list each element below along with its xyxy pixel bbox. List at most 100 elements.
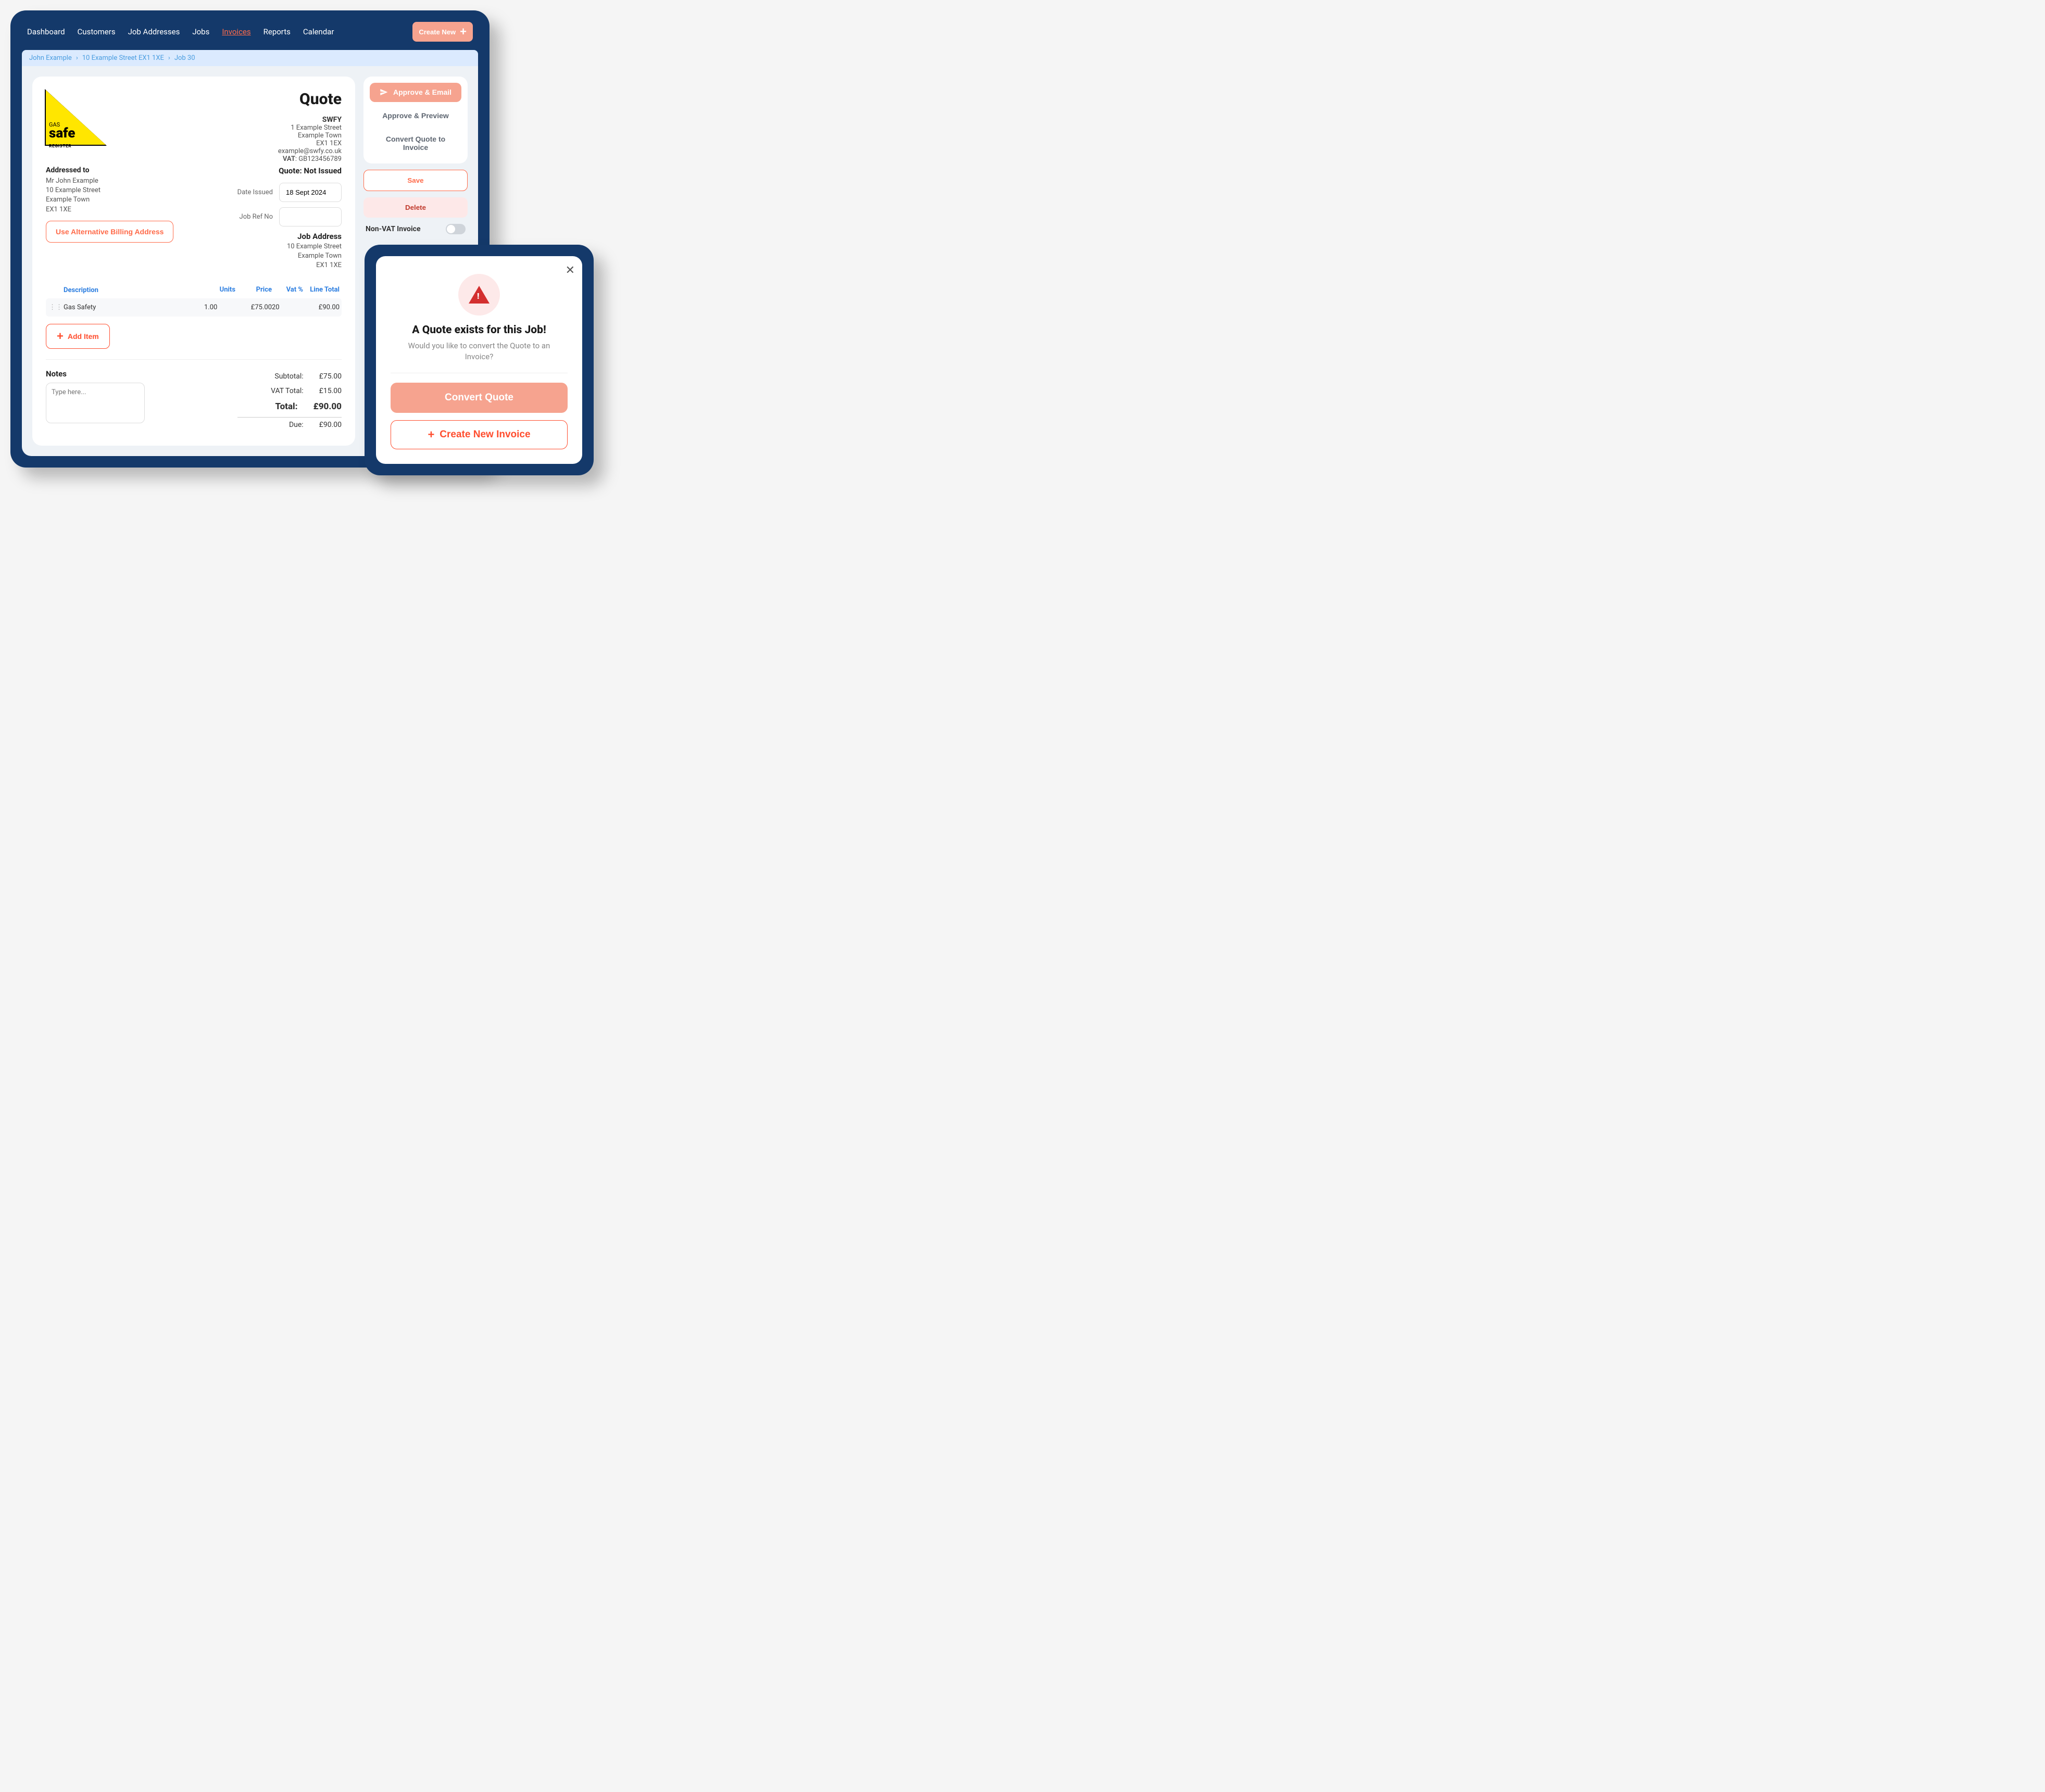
cell-description: Gas Safety [64, 304, 204, 311]
date-issued-input[interactable] [279, 183, 342, 202]
close-icon[interactable]: ✕ [566, 263, 575, 277]
breadcrumb-separator: › [76, 54, 78, 62]
table-row[interactable]: ⋮⋮ Gas Safety 1.00 £75.00 20 £90.00 [46, 298, 342, 317]
company-line1: 1 Example Street [278, 124, 342, 132]
bottom-row: Notes Subtotal: £75.00 VAT Total: £15.00… [46, 359, 342, 432]
breadcrumb-separator: › [168, 54, 170, 62]
plus-icon: + [428, 429, 434, 440]
job-address-heading: Job Address [237, 232, 342, 241]
total-label: Total: [237, 401, 298, 412]
company-vat: VAT: GB123456789 [278, 155, 342, 163]
alt-billing-button[interactable]: Use Alternative Billing Address [46, 221, 173, 243]
job-address-line2: Example Town [237, 251, 342, 261]
nav-reports[interactable]: Reports [264, 27, 291, 36]
job-address-line1: 10 Example Street [237, 242, 342, 251]
actions-sidebar: Approve & Email Approve & Preview Conver… [363, 77, 468, 234]
logo-safe: safe [49, 127, 75, 140]
quote-status: Quote: Not Issued [237, 166, 342, 175]
job-address-block: Job Address 10 Example Street Example To… [237, 232, 342, 271]
create-new-label: Create New [419, 28, 456, 36]
nav-job-addresses[interactable]: Job Addresses [128, 27, 180, 36]
drag-handle-icon[interactable]: ⋮⋮ [48, 304, 64, 311]
quote-card: GAS safe REGISTER Quote SWFY 1 Example S… [32, 77, 355, 446]
create-new-invoice-label: Create New Invoice [440, 429, 530, 440]
line-items-table: Description Units Price Vat % Line Total… [46, 282, 342, 317]
quote-header: GAS safe REGISTER Quote SWFY 1 Example S… [46, 90, 342, 163]
plus-icon: + [460, 26, 467, 37]
page-title: Quote [278, 90, 342, 108]
job-ref-input[interactable] [279, 207, 342, 226]
modal-title: A Quote exists for this Job! [391, 324, 568, 336]
job-address-postcode: EX1 1XE [237, 261, 342, 270]
nav-calendar[interactable]: Calendar [303, 27, 334, 36]
due-value: £90.00 [319, 421, 342, 429]
addressed-line2: Example Town [46, 195, 173, 205]
breadcrumb: John Example › 10 Example Street EX1 1XE… [22, 50, 478, 66]
breadcrumb-job[interactable]: Job 30 [174, 54, 195, 62]
subtotal-value: £75.00 [319, 372, 342, 381]
notes-block: Notes [46, 369, 145, 432]
cell-line-total: £90.00 [303, 304, 340, 311]
add-item-button[interactable]: + Add Item [46, 324, 110, 349]
vat-label: VAT [283, 155, 295, 163]
col-description: Description [64, 286, 204, 294]
convert-quote-modal-button[interactable]: Convert Quote [391, 383, 568, 413]
table-header: Description Units Price Vat % Line Total [46, 282, 342, 298]
company-logo: GAS safe REGISTER [46, 90, 114, 158]
breadcrumb-customer[interactable]: John Example [29, 54, 72, 62]
nonvat-toggle[interactable] [446, 224, 466, 234]
nav-links: Dashboard Customers Job Addresses Jobs I… [27, 27, 334, 36]
vat-value: : GB123456789 [295, 155, 342, 163]
cell-units: 1.00 [204, 304, 235, 311]
nav-invoices[interactable]: Invoices [222, 27, 250, 36]
warning-icon [458, 274, 500, 316]
addressed-to-heading: Addressed to [46, 166, 173, 174]
notes-textarea[interactable] [46, 383, 145, 423]
date-issued-label: Date Issued [237, 188, 273, 196]
create-new-invoice-button[interactable]: + Create New Invoice [391, 420, 568, 449]
delete-button[interactable]: Delete [363, 197, 468, 218]
modal-window: ✕ A Quote exists for this Job! Would you… [365, 245, 594, 475]
create-new-button[interactable]: Create New + [412, 22, 473, 42]
total-value: £90.00 [313, 401, 342, 412]
col-price: Price [235, 286, 272, 294]
vat-total-label: VAT Total: [237, 387, 304, 395]
vat-total-value: £15.00 [319, 387, 342, 395]
addressed-postcode: EX1 1XE [46, 205, 173, 214]
cell-vat: 20 [272, 304, 303, 311]
nonvat-label: Non-VAT Invoice [366, 225, 421, 233]
col-line-total: Line Total [303, 286, 340, 294]
approve-email-button[interactable]: Approve & Email [370, 83, 461, 102]
nav-customers[interactable]: Customers [78, 27, 116, 36]
modal-subtitle: Would you like to convert the Quote to a… [391, 340, 568, 362]
nav-jobs[interactable]: Jobs [192, 27, 209, 36]
add-item-label: Add Item [68, 332, 99, 340]
job-ref-label: Job Ref No [240, 213, 273, 221]
approve-email-label: Approve & Email [393, 88, 451, 97]
breadcrumb-address[interactable]: 10 Example Street EX1 1XE [82, 54, 164, 62]
addressed-row: Addressed to Mr John Example 10 Example … [46, 166, 342, 271]
approve-preview-button[interactable]: Approve & Preview [370, 106, 461, 125]
company-email: example@swfy.co.uk [278, 147, 342, 155]
save-button[interactable]: Save [363, 170, 468, 191]
cell-price: £75.00 [235, 304, 272, 311]
modal-card: ✕ A Quote exists for this Job! Would you… [376, 256, 582, 464]
status-fields: Quote: Not Issued Date Issued Job Ref No… [237, 166, 342, 271]
company-postcode: EX1 1EX [278, 140, 342, 147]
totals-block: Subtotal: £75.00 VAT Total: £15.00 Total… [237, 369, 342, 432]
subtotal-label: Subtotal: [237, 372, 304, 381]
gas-safe-logo-icon: GAS safe REGISTER [46, 90, 108, 158]
logo-register: REGISTER [49, 144, 75, 149]
addressed-to-block: Addressed to Mr John Example 10 Example … [46, 166, 173, 243]
addressed-name: Mr John Example [46, 176, 173, 186]
convert-quote-button[interactable]: Convert Quote to Invoice [370, 130, 461, 158]
company-line2: Example Town [278, 132, 342, 140]
quote-title-block: Quote SWFY 1 Example Street Example Town… [278, 90, 342, 163]
actions-card: Approve & Email Approve & Preview Conver… [363, 77, 468, 163]
nonvat-row: Non-VAT Invoice [363, 224, 468, 234]
col-units: Units [204, 286, 235, 294]
top-nav: Dashboard Customers Job Addresses Jobs I… [22, 22, 478, 50]
nav-dashboard[interactable]: Dashboard [27, 27, 65, 36]
plus-icon: + [57, 331, 64, 342]
send-icon [380, 88, 388, 96]
